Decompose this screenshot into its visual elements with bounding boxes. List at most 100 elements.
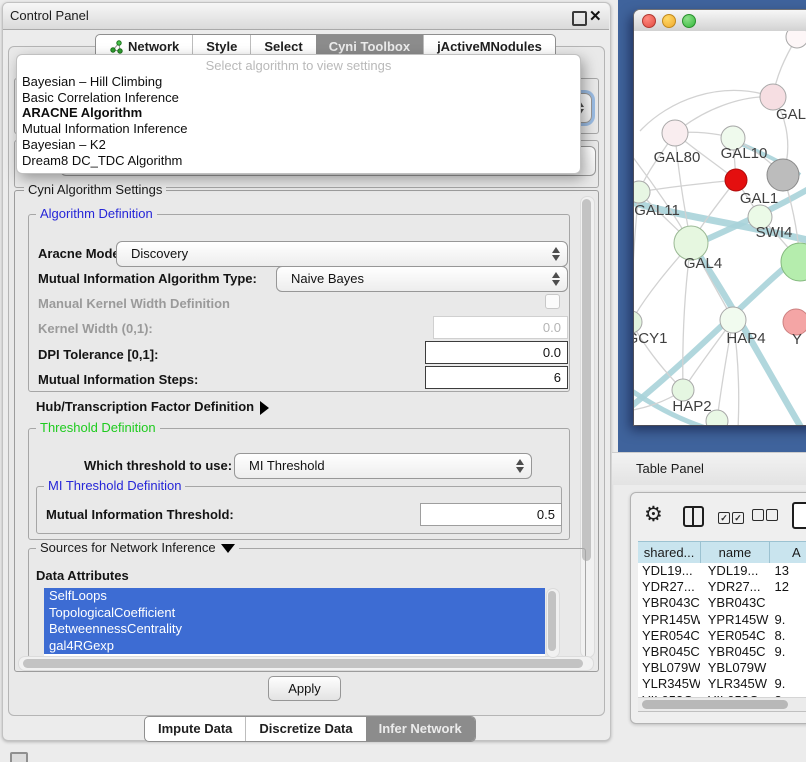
zoom-traffic-icon[interactable]: [682, 14, 696, 28]
data-attributes-list[interactable]: SelfLoopsTopologicalCoefficientBetweenne…: [44, 588, 545, 656]
node-label: GAL11: [634, 202, 680, 219]
gear-icon[interactable]: ⚙: [644, 502, 663, 527]
network-edge[interactable]: [640, 91, 773, 132]
manual-kernel-checkbox[interactable]: [545, 294, 560, 309]
mi-steps-label: Mutual Information Steps:: [38, 372, 198, 387]
node-label: HAP2: [672, 398, 711, 415]
cyni-settings-title: Cyni Algorithm Settings: [24, 183, 166, 197]
attribute-item[interactable]: TopologicalCoefficient: [44, 605, 545, 622]
split-columns-icon[interactable]: [683, 506, 704, 527]
node-label: GAL10: [721, 145, 768, 162]
aracne-mode-combo[interactable]: Discovery: [116, 241, 568, 267]
attribute-item[interactable]: BetweennessCentrality: [44, 621, 545, 638]
node-label: SWI4: [756, 224, 793, 241]
settings-hscrollbar-thumb[interactable]: [23, 659, 583, 668]
table-row[interactable]: YPR145WYPR145W9.: [638, 612, 806, 628]
screen: { "control_panel": { "title": "Control P…: [0, 0, 806, 762]
tab-discretize-data[interactable]: Discretize Data: [245, 717, 365, 741]
table-bottom-border: [638, 711, 806, 712]
minimize-traffic-icon[interactable]: [662, 14, 676, 28]
node-label: GAL: [776, 106, 806, 123]
table-row[interactable]: YBR045CYBR045C9.: [638, 644, 806, 660]
dropdown-item[interactable]: Basic Correlation Inference: [17, 90, 580, 106]
table-body: YDL19...YDL19...13YDR27...YDR27...12YBR0…: [638, 563, 806, 697]
attribute-item[interactable]: SelfLoops: [44, 588, 545, 605]
mi-threshold-label: Mutual Information Threshold:: [46, 507, 234, 522]
sources-title[interactable]: Sources for Network Inference: [36, 541, 239, 555]
table-row[interactable]: YLR345WYLR345W9.: [638, 676, 806, 692]
table-header-row: shared...nameA: [638, 541, 806, 564]
chevron-updown-icon: [515, 458, 524, 474]
algorithm-definition-title: Algorithm Definition: [36, 207, 157, 221]
mi-steps-field[interactable]: 6: [425, 366, 568, 389]
which-threshold-label: Which threshold to use:: [84, 458, 232, 473]
network-node[interactable]: [767, 159, 799, 191]
attributes-vscrollbar-thumb[interactable]: [548, 591, 556, 651]
network-icon: [109, 40, 123, 54]
hub-definition-toggle[interactable]: Hub/Transcription Factor Definition: [36, 399, 269, 415]
dpi-tolerance-field[interactable]: 0.0: [425, 341, 568, 364]
table-hscrollbar-thumb[interactable]: [642, 700, 788, 709]
network-window-titlebar[interactable]: [634, 10, 806, 32]
kernel-width-field[interactable]: 0.0: [433, 316, 568, 339]
mi-threshold-title: MI Threshold Definition: [44, 479, 185, 493]
dropdown-item[interactable]: Dream8 DC_TDC Algorithm: [17, 153, 580, 169]
data-attributes-label: Data Attributes: [36, 568, 129, 583]
control-panel-titlebar[interactable]: [3, 3, 609, 30]
column-header[interactable]: name: [701, 542, 770, 563]
network-node[interactable]: [781, 243, 806, 281]
network-node-gal11[interactable]: [634, 181, 650, 203]
column-header[interactable]: A: [770, 542, 806, 563]
tab-infer-network[interactable]: Infer Network: [366, 717, 475, 741]
close-traffic-icon[interactable]: [642, 14, 656, 28]
network-edge[interactable]: [675, 97, 773, 133]
chevron-updown-icon: [551, 271, 560, 287]
node-label: Y: [792, 331, 802, 348]
dropdown-item[interactable]: Bayesian – Hill Climbing: [17, 74, 580, 90]
network-node-gal1[interactable]: [725, 169, 747, 191]
mi-type-label: Mutual Information Algorithm Type:: [38, 271, 257, 286]
column-header[interactable]: shared...: [638, 542, 701, 563]
dropdown-item[interactable]: ARACNE Algorithm: [17, 105, 580, 121]
node-label: GAL4: [684, 255, 722, 272]
which-threshold-combo[interactable]: MI Threshold: [234, 453, 532, 479]
dropdown-item[interactable]: Mutual Information Inference: [17, 121, 580, 137]
table-row[interactable]: YDL19...YDL19...13: [638, 563, 806, 579]
dpi-tolerance-label: DPI Tolerance [0,1]:: [38, 347, 158, 362]
float-window-icon[interactable]: [572, 11, 587, 26]
mi-type-combo[interactable]: Naive Bayes: [276, 266, 568, 292]
table-row[interactable]: YDR27...YDR27...12: [638, 579, 806, 595]
network-node-gal80[interactable]: [662, 120, 688, 146]
deselect-all-icon[interactable]: [752, 509, 780, 524]
aracne-mode-label: Aracne Mode:: [38, 246, 124, 261]
collapsed-panel-icon[interactable]: [10, 752, 28, 762]
network-node[interactable]: [786, 31, 806, 48]
chevron-updown-icon: [551, 246, 560, 262]
triangle-down-icon: [221, 544, 235, 553]
table-row[interactable]: YBL079WYBL079W: [638, 660, 806, 676]
dropdown-item[interactable]: Bayesian – K2: [17, 137, 580, 153]
control-panel-title: Control Panel: [10, 3, 89, 29]
table-hscrollbar[interactable]: [638, 697, 806, 712]
select-all-icon[interactable]: ✓✓: [718, 509, 746, 524]
network-canvas[interactable]: GALGAL80GAL10GAL1GAL11SWI4GAL4GCY1HAP4YH…: [634, 31, 806, 425]
tab-impute-data[interactable]: Impute Data: [145, 717, 245, 741]
attributes-vscrollbar[interactable]: [546, 588, 560, 658]
table-row[interactable]: YER054CYER054C8.: [638, 628, 806, 644]
node-label: GAL80: [654, 149, 701, 166]
manual-kernel-label: Manual Kernel Width Definition: [38, 296, 230, 311]
bottom-tab-strip: Impute DataDiscretize DataInfer Network: [144, 716, 476, 742]
table-row[interactable]: YBR043CYBR043C: [638, 595, 806, 611]
table-panel-titlebar[interactable]: Table Panel: [612, 452, 806, 485]
node-label: GCY1: [634, 330, 667, 347]
close-icon[interactable]: ✕: [589, 7, 602, 25]
settings-vscrollbar-thumb[interactable]: [582, 199, 591, 561]
apply-button[interactable]: Apply: [268, 676, 341, 701]
triangle-right-icon: [260, 401, 269, 415]
dropdown-prompt: Select algorithm to view settings: [17, 55, 580, 74]
attribute-item[interactable]: gal4RGexp: [44, 638, 545, 655]
table-panel-title: Table Panel: [636, 461, 704, 476]
table-icon[interactable]: [792, 502, 806, 529]
mi-threshold-field[interactable]: 0.5: [420, 503, 562, 526]
settings-hscrollbar[interactable]: [18, 656, 594, 671]
